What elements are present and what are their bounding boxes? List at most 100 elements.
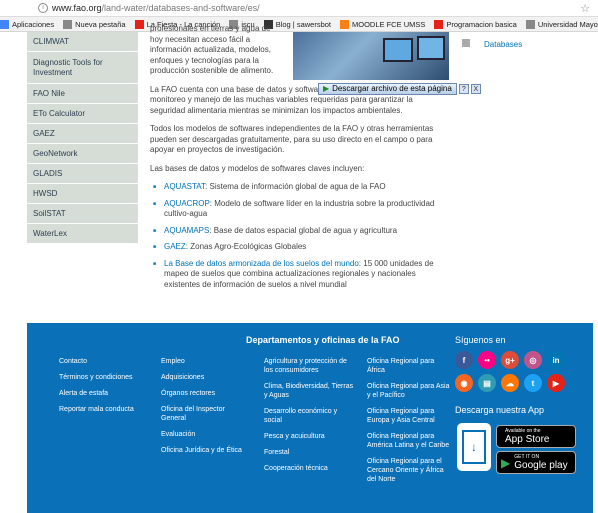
bookmark-item[interactable]: Universidad Mayor d [525,19,598,29]
sidebar-item[interactable]: SoilSTAT [27,204,138,224]
main-article: profesionales en tierras y agua de hoy n… [150,24,450,296]
sidebar-item[interactable]: WaterLex [27,224,138,244]
footer-column: Empleo Adquisiciones Órganos rectores Ofici… [161,357,251,462]
sidebar-item[interactable]: GAEZ [27,124,138,144]
list-item: GAEZ: Zonas Agro-Ecológicas Globales [150,242,450,253]
footer-link[interactable]: Órganos rectores [161,389,251,398]
twitter-icon[interactable]: t [524,374,542,392]
page-icon [525,19,535,29]
linkedin-icon[interactable]: in [547,351,565,369]
soundcloud-icon[interactable]: ☁ [501,374,519,392]
slideshare-icon[interactable]: ▤ [478,374,496,392]
paragraph: Todos los modelos de softwares independi… [150,124,434,154]
software-description: : Sistema de información global de agua … [205,182,386,191]
software-description: : Base de datos espacial global de agua … [209,225,398,235]
footer-link[interactable]: Oficina Regional para América Latina y e… [367,432,452,450]
software-link[interactable]: AQUACROP [164,199,210,208]
download-arrow-icon: ▶ [323,84,330,93]
follow-label: Síguenos en [455,335,506,345]
flickr-icon[interactable]: •• [478,351,496,369]
close-button[interactable]: X [470,83,481,94]
url-text[interactable]: www.fao.org/land-water/databases-and-sof… [52,3,260,13]
related-link[interactable]: Databases [462,29,582,50]
appstore-big-text: App Store [505,434,550,445]
software-link[interactable]: GAEZ [164,242,186,251]
software-link[interactable]: AQUASTAT [164,182,205,191]
bookmark-label: Aplicaciones [12,19,55,29]
list-item: La Base de datos armonizada de los suelo… [150,259,450,291]
sidebar-nav: CLIMWAT Diagnostic Tools for Investment FA… [27,32,138,244]
sidebar-item[interactable]: ETo Calculator [27,104,138,124]
footer-link[interactable]: Oficina Regional para África [367,357,452,375]
download-app-label: Descarga nuestra App [455,405,545,415]
footer-link[interactable]: Oficina Regional para Asia y el Pacífico [367,382,452,400]
help-button[interactable]: ? [458,83,469,94]
software-description: : Zonas Agro-Ecológicas Globales [185,242,307,251]
footer-link[interactable]: Reportar mala conducta [59,405,149,414]
sidebar-item[interactable]: HWSD [27,184,138,204]
sidebar-item[interactable]: GLADIS [27,164,138,184]
address-bar[interactable]: i www.fao.org/land-water/databases-and-s… [0,0,598,17]
footer-heading: Departamentos y oficinas de la FAO [246,335,400,345]
sidebar-item[interactable]: FAO Nile [27,84,138,104]
bookmark-label: Programacion basica [446,19,517,29]
social-links: f •• g+ ◎ in ◉ ▤ ☁ t ▶ [455,351,571,392]
bookmark-item[interactable]: MOODLE FCE UMSS [340,19,425,29]
play-icon: ▶ [501,455,511,470]
footer-link[interactable]: Evaluación [161,430,251,439]
sidebar-item[interactable]: Diagnostic Tools for Investment [27,52,138,84]
software-link[interactable]: AQUAMAPS [164,226,209,235]
play-big-text: Google play [514,460,568,471]
database-icon [462,39,470,47]
download-page-button[interactable]: ▶ Descargar archivo de esta página [318,82,457,95]
googleplus-icon[interactable]: g+ [501,351,519,369]
footer-link[interactable]: Adquisiciones [161,373,251,382]
footer-link[interactable]: Forestal [264,448,354,457]
download-toolbar: ▶ Descargar archivo de esta página ? X [318,82,500,95]
footer-link[interactable]: Oficina del Inspector General [161,405,251,423]
footer-link[interactable]: Oficina Regional para Europa y Asia Cent… [367,407,452,425]
footer-link[interactable]: Alerta de estafa [59,389,149,398]
bookmark-label: Universidad Mayor d [537,19,598,29]
footer-link[interactable]: Desarrollo económico y social [264,407,354,425]
info-icon[interactable]: i [38,3,48,13]
bookmark-item[interactable]: Aplicaciones [0,19,55,29]
paragraph: Las bases de datos y modelos de software… [150,163,365,173]
youtube-icon [134,19,144,29]
youtube-icon [434,19,444,29]
footer-link[interactable]: Pesca y acuicultura [264,432,354,441]
sidebar-item[interactable]: GeoNetwork [27,144,138,164]
footer-column: Contacto Términos y condiciones Alerta de … [59,357,149,421]
software-list: AQUASTAT: Sistema de información global … [150,182,450,290]
youtube-icon[interactable]: ▶ [547,374,565,392]
page-icon [63,19,73,29]
software-link[interactable]: La Base de datos armonizada de los suelo… [164,259,359,268]
footer-link[interactable]: Agricultura y protección de los consumid… [264,357,354,375]
phone-download-icon: ↓ [457,423,491,471]
footer-column: Oficina Regional para África Oficina Regi… [367,357,452,491]
bookmark-item[interactable]: Nueva pestaña [63,19,126,29]
footer-link[interactable]: Oficina Jurídica y de Ética [161,446,251,455]
site-footer: Departamentos y oficinas de la FAO Conta… [27,323,593,513]
footer-column: Agricultura y protección de los consumid… [264,357,354,480]
google-play-button[interactable]: ▶ GET IT ON Google play [496,451,576,474]
footer-link[interactable]: Empleo [161,357,251,366]
footer-link[interactable]: Términos y condiciones [59,373,149,382]
footer-link[interactable]: Cooperación técnica [264,464,354,473]
facebook-icon[interactable]: f [455,351,473,369]
sidebar-item[interactable]: CLIMWAT [27,32,138,52]
page-content: CLIMWAT Diagnostic Tools for Investment FA… [0,24,598,322]
app-store-button[interactable]: Available on the App Store [496,425,576,448]
bookmark-star-icon[interactable]: ☆ [580,2,590,15]
footer-link[interactable]: Clima, Biodiversidad, Tierras y Aguas [264,382,354,400]
footer-link[interactable]: Oficina Regional para el Cercano Oriente… [367,457,452,484]
instagram-icon[interactable]: ◎ [524,351,542,369]
bookmark-item[interactable]: Programacion basica [434,19,517,29]
rss-icon[interactable]: ◉ [455,374,473,392]
footer-link[interactable]: Contacto [59,357,149,366]
moodle-icon [340,19,350,29]
intro-paragraph: profesionales en tierras y agua de hoy n… [150,24,274,75]
list-item: AQUASTAT: Sistema de información global … [150,182,450,193]
list-item: AQUACROP: Modelo de software líder en la… [150,199,450,220]
list-item: AQUAMAPS: Base de datos espacial global … [150,226,450,237]
